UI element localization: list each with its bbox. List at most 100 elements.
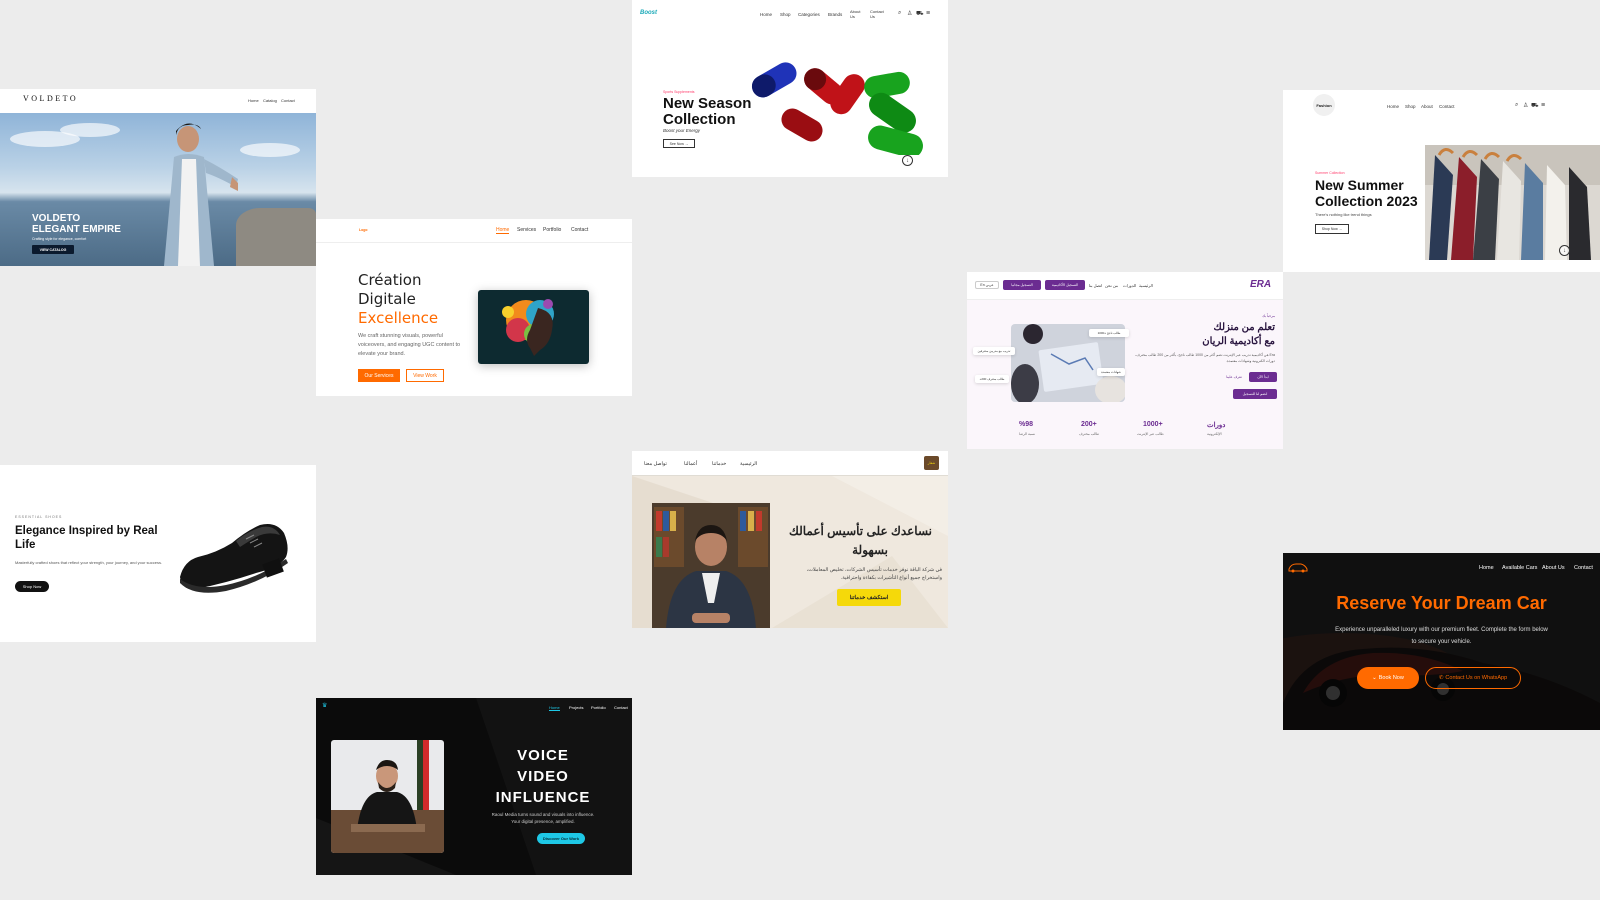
hero-eyebrow: ESSENTIAL SHOES (15, 515, 63, 519)
badge-certified: شهادات معتمدة (1097, 368, 1125, 376)
nav-home[interactable]: Home (248, 98, 259, 103)
view-work-button[interactable]: View Work (406, 369, 444, 382)
hero-description: Era هي أكاديمية تدريب عبر الإنترنت تضم أ… (1135, 353, 1275, 363)
nav-about[interactable]: About Us (1542, 565, 1565, 571)
site-logo[interactable]: Boost (640, 10, 657, 16)
stat-value-online: 1000+ (1143, 421, 1163, 428)
chevron-down-icon: ⌄ (1372, 675, 1377, 681)
creation-preview-card[interactable]: Logo Home Services Portfolio Contact Cré… (316, 219, 632, 396)
era-academy-preview-card[interactable]: ERA الرئيسية الدورات من نحن اتصل بنا الت… (967, 272, 1283, 449)
hero-title-line-1: Création (358, 271, 422, 289)
nav-home[interactable]: الرئيسية (740, 461, 757, 467)
nav-portfolio[interactable]: Portfolio (543, 227, 561, 233)
nav-about[interactable]: من نحن (1105, 283, 1118, 288)
founder-photo (331, 740, 444, 853)
nav-courses[interactable]: الدورات (1123, 283, 1136, 288)
business-setup-preview-card[interactable]: شعار الرئيسية خدماتنا أعمالنا تواصل معنا… (632, 451, 948, 628)
nav-services[interactable]: خدماتنا (712, 461, 726, 467)
nav-contact[interactable]: Contact (1574, 565, 1593, 571)
nav-home[interactable]: Home (1479, 565, 1494, 571)
site-logo[interactable]: ERA (1250, 279, 1271, 290)
hero-art-image (478, 290, 589, 364)
menu-icon[interactable]: ≡ (926, 10, 930, 17)
nav-categories[interactable]: Categories (798, 12, 820, 17)
nav-contact[interactable]: Contact (571, 227, 588, 233)
hero-line-1: VOICE (517, 747, 569, 764)
explore-services-button[interactable]: استكشف خدماتنا (837, 589, 901, 606)
fashion-preview-card[interactable]: Fashion Home Shop About Contact ⌕ ♙ ⛟ ≡ … (1283, 90, 1600, 272)
whatsapp-label: Contact Us on WhatsApp (1445, 675, 1508, 681)
nav-catalog[interactable]: Catalog (263, 98, 277, 103)
hero-description: Masterfully crafted shoes that reflect y… (15, 560, 163, 565)
shop-now-button[interactable]: Shop Now (15, 581, 49, 592)
learn-about-us-button[interactable]: تعرف علينا (1221, 372, 1247, 382)
voldeto-logo[interactable]: VOLDETO (23, 94, 78, 103)
whatsapp-contact-button[interactable]: ✆ Contact Us on WhatsApp (1425, 667, 1521, 689)
nav-brands[interactable]: Brands (828, 12, 842, 17)
nav-home[interactable]: Home (1387, 104, 1399, 109)
join-register-button[interactable]: انضم لنا للتسجيل (1233, 389, 1277, 399)
supplements-preview-card[interactable]: Boost Home Shop Categories Brands About … (632, 0, 948, 177)
nav-home[interactable]: Home (549, 705, 560, 711)
see-now-button[interactable]: See Now → (663, 139, 695, 148)
hero-title-line-1: تعلم من منزلك (1213, 322, 1275, 333)
hero-title-line-2: Collection (663, 111, 736, 128)
book-now-button[interactable]: ⌄ Book Now (1357, 667, 1419, 689)
nav-contact[interactable]: Contact (281, 98, 295, 103)
nav-services[interactable]: Services (517, 227, 536, 233)
site-logo[interactable]: شعار (924, 456, 939, 470)
nav-shop[interactable]: Shop (1405, 104, 1416, 109)
hero-subtitle: Boost your Energy (663, 128, 701, 133)
model-figure (164, 123, 238, 266)
site-logo[interactable]: Logo (359, 228, 368, 232)
our-services-button[interactable]: Our Services (358, 369, 400, 382)
shoe-image (180, 524, 288, 593)
hero-title-line-2: ELEGANT EMPIRE (32, 224, 121, 235)
search-icon[interactable]: ⌕ (1515, 102, 1518, 109)
user-icon[interactable]: ♙ (907, 10, 912, 17)
site-logo[interactable]: Fashion (1313, 94, 1335, 116)
start-now-button[interactable]: ابدأ الآن (1249, 372, 1277, 382)
view-catalog-button[interactable]: VIEW CATALOG (32, 245, 74, 254)
stat-value-satisfaction: %98 (1019, 421, 1034, 428)
car-rental-preview-card[interactable]: Home Available Cars About Us Contact Res… (1283, 553, 1600, 730)
nav-contact[interactable]: Contact Us (870, 9, 884, 19)
nav-available-cars[interactable]: Available Cars (1502, 565, 1537, 571)
whatsapp-icon: ✆ (1438, 675, 1444, 681)
nav-contact[interactable]: Contact (614, 705, 628, 710)
language-toggle[interactable]: En عربي (975, 281, 999, 289)
scroll-down-icon[interactable]: ↓ (902, 155, 913, 166)
hero-title-line-2: Life (15, 539, 36, 551)
nav-projects[interactable]: Projects (569, 705, 583, 710)
nav-home[interactable]: Home (496, 227, 510, 234)
cart-icon[interactable]: ⛟ (916, 10, 924, 18)
nav-home[interactable]: Home (760, 12, 772, 17)
hero-title-line-1: Elegance Inspired by Real (15, 525, 158, 537)
search-icon[interactable]: ⌕ (898, 10, 901, 17)
nav-portfolio[interactable]: Portfolio (591, 705, 606, 710)
clothes-rack-image (1425, 145, 1600, 260)
nav-home[interactable]: الرئيسية (1139, 283, 1153, 288)
nav-contact[interactable]: تواصل معنا (644, 461, 667, 467)
site-logo-icon[interactable]: ♛ (322, 702, 327, 709)
nav-about[interactable]: About (1421, 104, 1433, 109)
media-portfolio-preview-card[interactable]: ♛ Home Projects Portfolio Contact VOICE … (316, 698, 632, 875)
car-logo-icon[interactable] (1288, 561, 1308, 573)
scroll-down-icon[interactable]: ↓ (1559, 245, 1570, 256)
academy-register-button[interactable]: التسجيل الأكاديمية (1045, 280, 1085, 290)
voldeto-preview-card[interactable]: VOLDETO Home Catalog Contact VOLDETO ELE… (0, 89, 316, 266)
discover-work-button[interactable]: Discover Our Work (537, 833, 585, 844)
menu-icon[interactable]: ≡ (1541, 102, 1545, 109)
shop-now-button[interactable]: Shop Now → (1315, 224, 1349, 234)
shoes-preview-card[interactable]: ESSENTIAL SHOES Elegance Inspired by Rea… (0, 465, 316, 642)
hero-title-line-2: Collection 2023 (1315, 193, 1418, 209)
user-icon[interactable]: ♙ (1523, 102, 1528, 109)
nav-contact[interactable]: Contact (1439, 104, 1455, 109)
nav-about[interactable]: About Us (850, 9, 862, 19)
nav-shop[interactable]: Shop (780, 12, 791, 17)
bag-icon[interactable]: ⛟ (1531, 102, 1539, 110)
free-register-button[interactable]: التسجيل مجانيا (1003, 280, 1041, 290)
hero-title-line-1: New Summer (1315, 177, 1404, 193)
nav-works[interactable]: أعمالنا (684, 461, 697, 467)
nav-contact[interactable]: اتصل بنا (1089, 283, 1102, 288)
